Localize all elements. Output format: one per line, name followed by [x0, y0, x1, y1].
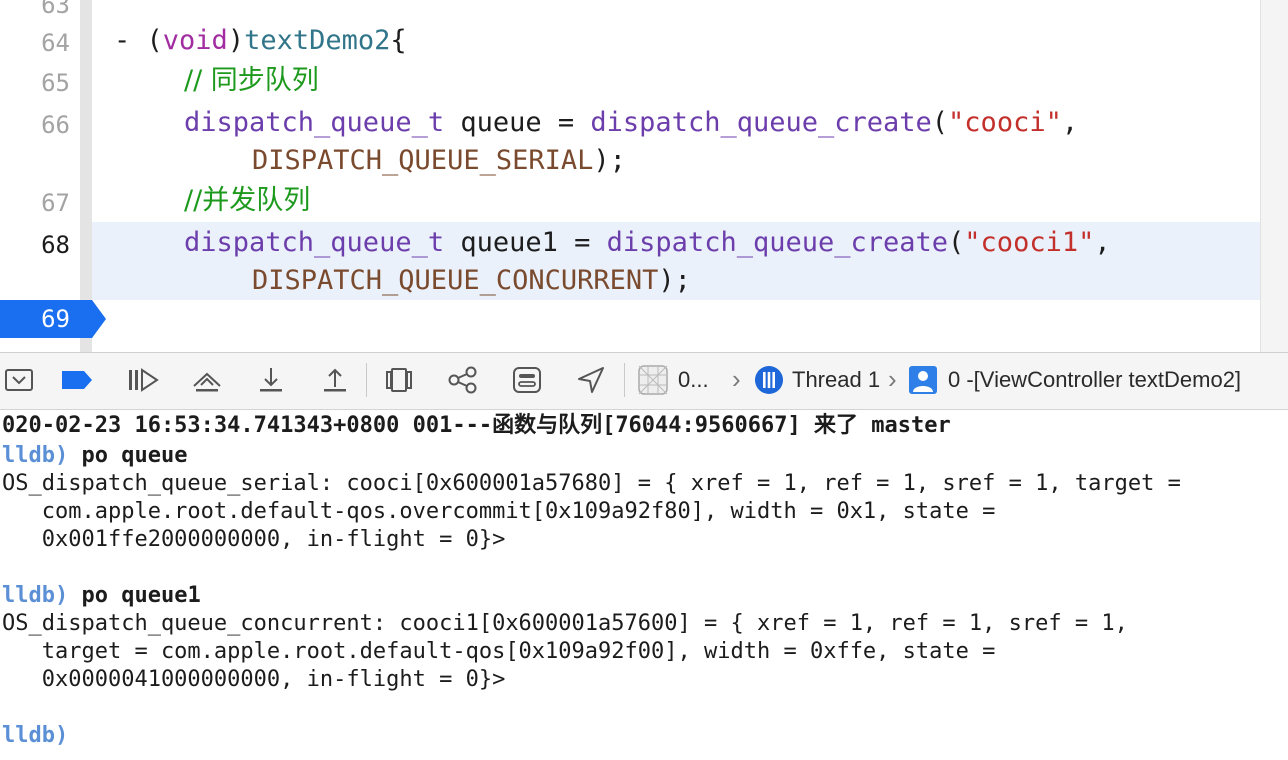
user-frame-icon [909, 366, 937, 394]
code-comment: //并发队列 [184, 185, 311, 216]
hide-debug-area-button[interactable] [2, 363, 36, 397]
thread-icon [755, 366, 783, 394]
console-output-line: com.apple.root.default-qos.overcommit[0x… [2, 499, 996, 524]
thread-icon-wrap [752, 363, 786, 397]
step-over-icon [193, 372, 221, 392]
console-input-line[interactable]: lldb) [2, 722, 68, 750]
line-number: 67 [41, 189, 70, 217]
breadcrumb-thread[interactable]: Thread 1 [792, 365, 880, 395]
toolbar-separator [366, 363, 367, 397]
app-target-icon-wrap[interactable] [636, 363, 670, 397]
breadcrumb-frame[interactable]: 0 -[ViewController textDemo2] [948, 365, 1241, 395]
view-debugger-icon [386, 368, 412, 392]
console-output-line: target = com.apple.root.default-qos[0x10… [2, 639, 996, 664]
console-output-line: 0x0000041000000000, in-flight = 0}> [2, 667, 506, 692]
code-token: , [1061, 107, 1079, 138]
environment-overrides-button[interactable] [510, 363, 544, 397]
simulate-location-icon [578, 367, 604, 393]
code-token-type: dispatch_queue_t [184, 227, 445, 258]
hide-debug-area-icon [5, 369, 33, 391]
continue-button[interactable] [126, 363, 160, 397]
code-token: { [390, 25, 407, 56]
code-token: queue1 = [444, 227, 607, 258]
line-number-current: 68 [41, 231, 70, 259]
step-out-icon [324, 368, 346, 392]
breakpoints-toggle-icon [62, 371, 92, 389]
memory-graph-button[interactable] [446, 363, 480, 397]
code-token: ( [931, 107, 949, 138]
app-grid-icon [638, 365, 668, 395]
line-number: 66 [41, 111, 70, 139]
code-line-70-partial [184, 344, 424, 352]
console-output-line: 0x001ffe2000000000, in-flight = 0}> [2, 527, 506, 552]
code-token: ( [948, 227, 965, 258]
breakpoint-line-number: 69 [41, 305, 70, 333]
line-number: 64 [41, 29, 70, 57]
code-line-68[interactable]: dispatch_queue_t queue1 = dispatch_queue… [184, 226, 1111, 260]
console-command-line: lldb) po queue1 [2, 582, 201, 610]
breakpoints-toggle-button[interactable] [60, 363, 94, 397]
code-line-65[interactable]: // 同步队列 [184, 64, 319, 98]
console-command: po queue [68, 443, 188, 468]
console-log-line: 020-02-23 16:53:34.741343+0800 001---函数与… [2, 413, 951, 438]
code-line-66[interactable]: dispatch_queue_t queue = dispatch_queue_… [184, 106, 1078, 140]
code-token: - ( [114, 25, 163, 56]
step-over-button[interactable] [190, 363, 224, 397]
console-command-line: lldb) po queue [2, 442, 187, 470]
simulate-location-button[interactable] [574, 363, 608, 397]
frame-icon-wrap [906, 363, 940, 397]
code-token-macro: DISPATCH_QUEUE_CONCURRENT [252, 265, 659, 296]
source-editor[interactable]: 63 64 65 66 67 68 69 - (void)textDemo2{ … [0, 0, 1288, 352]
code-token: ); [593, 145, 626, 176]
view-debugger-button[interactable] [382, 363, 416, 397]
code-token-function: dispatch_queue_create [590, 107, 932, 138]
environment-overrides-icon [513, 367, 541, 393]
step-into-icon [260, 368, 282, 392]
code-token-keyword: void [162, 25, 228, 56]
code-token: ) [227, 25, 245, 56]
console-command: po queue1 [68, 583, 201, 608]
code-line-67[interactable]: //并发队列 [184, 184, 310, 218]
toolbar-separator [624, 363, 625, 397]
code-token-macro: DISPATCH_QUEUE_SERIAL [252, 145, 594, 176]
line-number: 65 [41, 69, 70, 97]
code-token: , [1094, 227, 1111, 258]
code-token-method-name: textDemo2 [244, 25, 391, 56]
code-token-string: "cooci" [948, 107, 1062, 138]
code-token-type: dispatch_queue_t [184, 107, 445, 138]
code-token-function: dispatch_queue_create [606, 227, 949, 258]
debug-console[interactable]: 020-02-23 16:53:34.741343+0800 001---函数与… [0, 410, 1288, 760]
code-token: ); [658, 265, 691, 296]
code-token: queue = [444, 107, 591, 138]
code-line-64[interactable]: - (void)textDemo2{ [114, 24, 407, 58]
lldb-prompt: lldb) [2, 723, 69, 748]
lldb-prompt: lldb) [2, 583, 69, 608]
breakpoint-marker[interactable]: 69 [0, 300, 106, 338]
editor-scrollbar[interactable] [1260, 0, 1288, 352]
chevron-right-icon: › [888, 364, 897, 394]
code-comment: // 同步队列 [184, 65, 319, 96]
debug-toolbar: 0... › Thread 1 › 0 -[ViewController tex… [0, 352, 1288, 410]
code-line-68-wrap[interactable]: DISPATCH_QUEUE_CONCURRENT); [252, 264, 691, 298]
console-output-line: OS_dispatch_queue_serial: cooci[0x600001… [2, 471, 1181, 496]
code-line-66-wrap[interactable]: DISPATCH_QUEUE_SERIAL); [252, 144, 626, 178]
step-out-button[interactable] [318, 363, 352, 397]
chevron-right-icon: › [732, 364, 741, 394]
line-number: 63 [41, 0, 70, 19]
lldb-prompt: lldb) [2, 443, 69, 468]
continue-icon [129, 368, 159, 392]
memory-graph-icon [448, 366, 477, 394]
code-token-string: "cooci1" [964, 227, 1095, 258]
console-output-line: OS_dispatch_queue_concurrent: cooci1[0x6… [2, 611, 1128, 636]
breadcrumb-process[interactable]: 0... [678, 365, 709, 395]
step-into-button[interactable] [254, 363, 288, 397]
